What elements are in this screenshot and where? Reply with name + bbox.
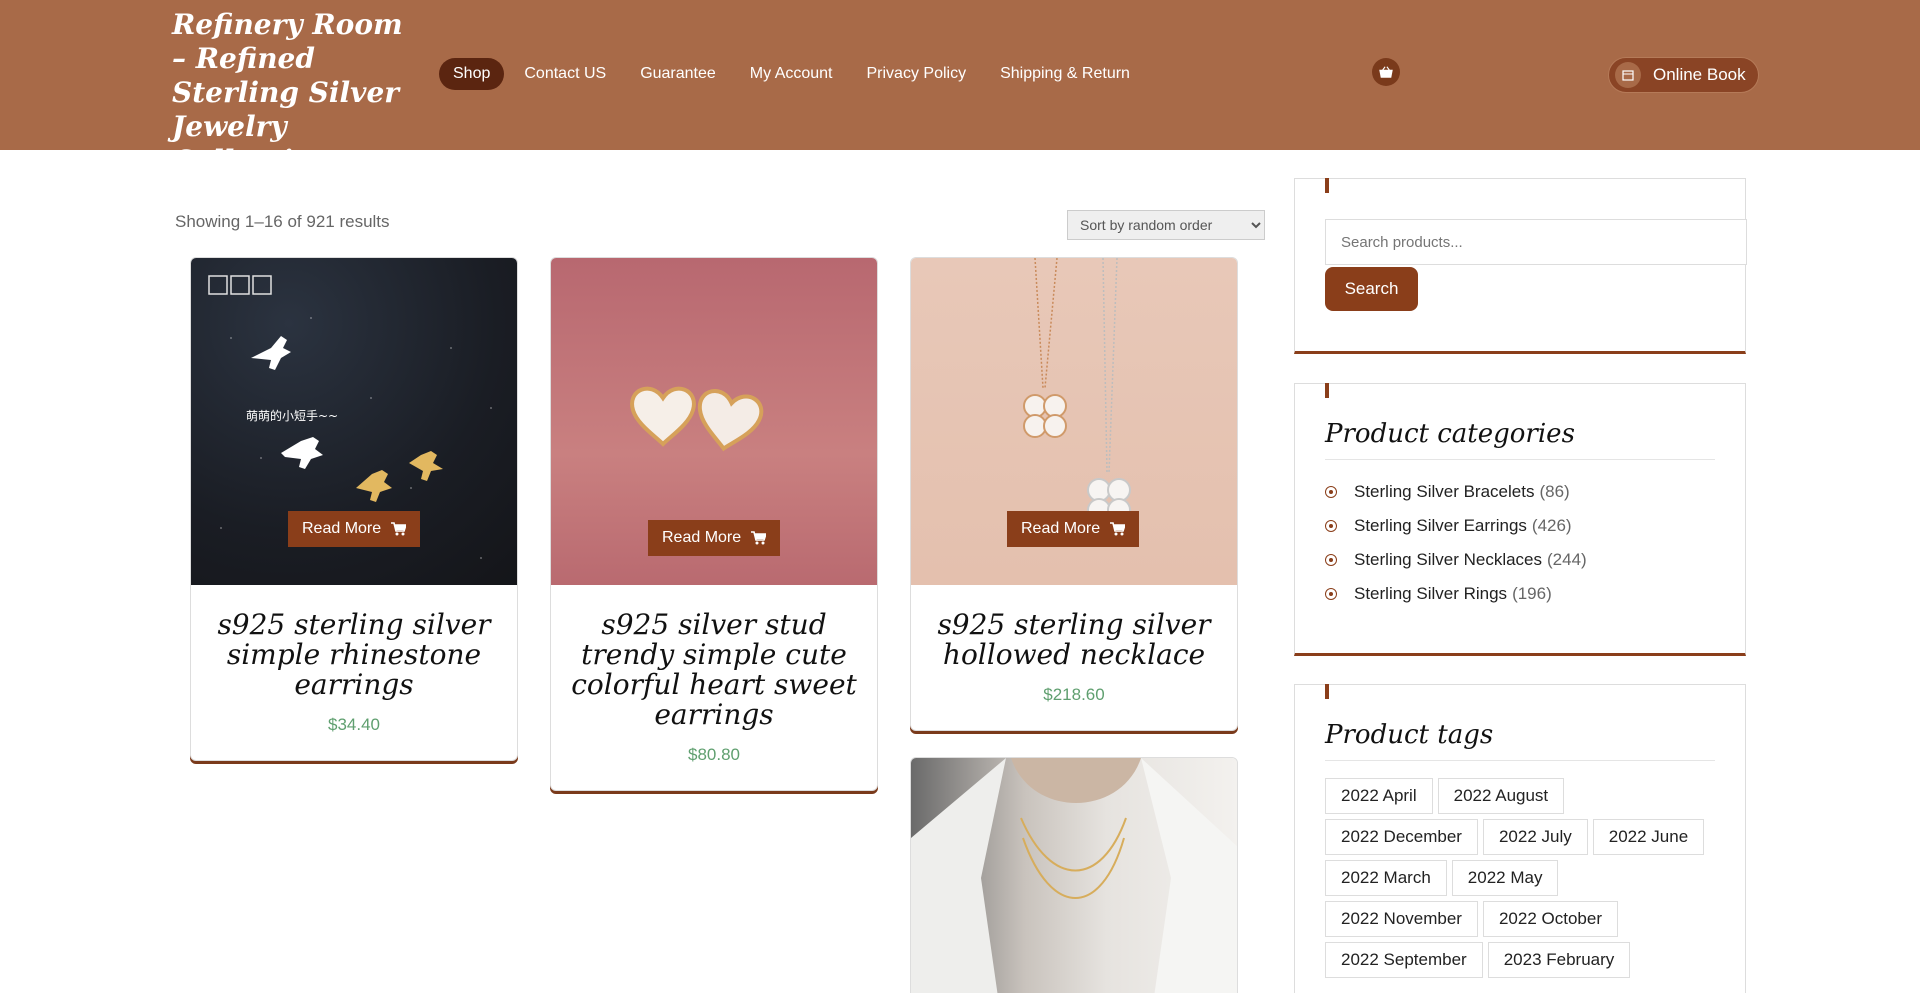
tag-link[interactable]: 2022 July <box>1482 819 1588 855</box>
category-label[interactable]: Sterling Silver Earrings <box>1354 516 1527 536</box>
site-header: Refinery Room – Refined Sterling Silver … <box>0 0 1920 177</box>
radio-bullet-icon <box>1325 554 1337 566</box>
product-image[interactable]: Read More <box>911 258 1237 585</box>
tag-link[interactable]: 2022 April <box>1325 778 1433 814</box>
tag-link[interactable]: 2022 May <box>1451 860 1559 896</box>
radio-bullet-icon <box>1325 486 1337 498</box>
product-title[interactable]: s925 sterling silver simple rhinestone e… <box>191 585 517 700</box>
product-image-text: 萌萌的小短手~~ <box>246 408 338 423</box>
category-item[interactable]: Sterling Silver Rings (196) <box>1325 577 1715 611</box>
site-title[interactable]: Refinery Room – Refined Sterling Silver … <box>172 8 412 178</box>
search-widget: Search <box>1294 178 1747 354</box>
cart-button[interactable] <box>1372 58 1400 86</box>
sort-select[interactable]: Sort by random order <box>1067 210 1265 240</box>
tag-link[interactable]: 2022 March <box>1325 860 1447 896</box>
nav-item-contact-us[interactable]: Contact US <box>510 58 620 90</box>
cart-icon <box>391 522 407 536</box>
read-more-label: Read More <box>1021 520 1101 537</box>
product-image[interactable]: Read More <box>551 258 877 585</box>
category-item[interactable]: Sterling Silver Necklaces (244) <box>1325 543 1715 577</box>
tag-link[interactable]: 2022 June <box>1592 819 1705 855</box>
read-more-button[interactable]: Read More <box>288 511 421 547</box>
category-count: (426) <box>1531 516 1572 535</box>
tag-link[interactable]: 2022 November <box>1325 901 1478 937</box>
calendar-icon <box>1615 62 1641 88</box>
result-count: Showing 1–16 of 921 results <box>175 212 390 231</box>
read-more-label: Read More <box>302 520 382 537</box>
tag-link[interactable]: 2022 December <box>1325 819 1478 855</box>
basket-icon <box>1379 66 1393 78</box>
read-more-button[interactable]: Read More <box>1007 511 1140 547</box>
category-item[interactable]: Sterling Silver Earrings (426) <box>1325 509 1715 543</box>
tag-link[interactable]: 2023 February <box>1487 942 1631 978</box>
nav-item-my-account[interactable]: My Account <box>736 58 847 90</box>
tag-link[interactable]: 2022 October <box>1482 901 1618 937</box>
product-price: $80.80 <box>688 745 740 764</box>
read-more-label: Read More <box>662 529 742 546</box>
product-title[interactable]: s925 sterling silver hollowed necklace <box>911 585 1237 670</box>
category-item[interactable]: Sterling Silver Bracelets (86) <box>1325 475 1715 509</box>
product-card[interactable]: Read More s925 silver stud trendy simple… <box>550 257 878 791</box>
category-list: Sterling Silver Bracelets (86) Sterling … <box>1325 475 1715 611</box>
product-price: $218.60 <box>1043 685 1105 704</box>
category-label[interactable]: Sterling Silver Necklaces <box>1354 550 1542 570</box>
search-button[interactable]: Search <box>1325 267 1418 311</box>
product-title[interactable]: s925 silver stud trendy simple cute colo… <box>551 585 877 730</box>
product-image[interactable]: 萌萌的小短手~~ Read More <box>191 258 517 585</box>
product-price: $34.40 <box>328 715 380 734</box>
nav-item-privacy-policy[interactable]: Privacy Policy <box>853 58 981 90</box>
online-book-label: Online Book <box>1653 65 1746 84</box>
cart-icon <box>751 531 767 545</box>
product-card[interactable]: 萌萌的小短手~~ Read More s925 sterling silver … <box>190 257 518 761</box>
online-book-button[interactable]: Online Book <box>1608 57 1759 93</box>
category-count: (86) <box>1539 482 1570 501</box>
tag-link[interactable]: 2022 August <box>1437 778 1565 814</box>
cart-icon <box>1110 522 1126 536</box>
product-card[interactable] <box>910 757 1238 993</box>
nav-item-shipping-return[interactable]: Shipping & Return <box>986 58 1144 90</box>
category-count: (196) <box>1512 584 1552 603</box>
category-label[interactable]: Sterling Silver Bracelets <box>1354 482 1534 502</box>
product-image[interactable] <box>911 758 1237 993</box>
categories-widget: Product categories Sterling Silver Brace… <box>1294 383 1746 656</box>
main-nav: Shop Contact US Guarantee My Account Pri… <box>439 58 1150 90</box>
read-more-button[interactable]: Read More <box>648 520 781 556</box>
tag-cloud: 2022 April 2022 August 2022 December 202… <box>1325 778 1715 983</box>
search-input[interactable] <box>1325 219 1747 265</box>
radio-bullet-icon <box>1325 520 1337 532</box>
radio-bullet-icon <box>1325 588 1337 600</box>
category-label[interactable]: Sterling Silver Rings <box>1354 584 1507 604</box>
nav-item-shop[interactable]: Shop <box>439 58 505 90</box>
tag-link[interactable]: 2022 September <box>1325 942 1483 978</box>
tags-title: Product tags <box>1325 720 1715 761</box>
category-count: (244) <box>1547 550 1587 569</box>
nav-item-guarantee[interactable]: Guarantee <box>626 58 730 90</box>
product-card[interactable]: Read More s925 sterling silver hollowed … <box>910 257 1238 731</box>
tags-widget: Product tags 2022 April 2022 August 2022… <box>1294 684 1746 993</box>
categories-title: Product categories <box>1325 419 1715 460</box>
